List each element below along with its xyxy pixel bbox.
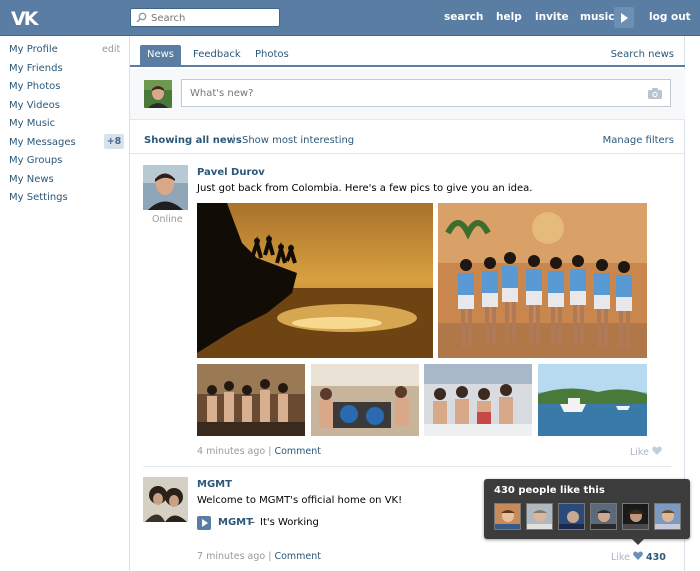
heart-icon <box>652 446 662 455</box>
liker-avatar[interactable] <box>654 503 681 530</box>
liker-avatar[interactable] <box>494 503 521 530</box>
liker-avatar[interactable] <box>622 503 649 530</box>
post-time[interactable]: 7 minutes ago <box>197 551 265 562</box>
svg-text:VK: VK <box>11 8 40 29</box>
heart-icon <box>633 551 643 560</box>
post-photo[interactable] <box>424 364 532 436</box>
filter-separator: | <box>232 134 236 145</box>
sidebar-item-friends[interactable]: My Friends <box>9 63 63 74</box>
post-meta: 7 minutes ago | Comment <box>197 551 321 562</box>
sidebar-item-videos[interactable]: My Videos <box>9 100 60 111</box>
post-author-avatar[interactable] <box>143 165 188 210</box>
post-time[interactable]: 4 minutes ago <box>197 446 265 457</box>
nav-help[interactable]: help <box>496 11 522 23</box>
sidebar-item-music[interactable]: My Music <box>9 118 55 129</box>
manage-filters-link[interactable]: Manage filters <box>603 135 674 146</box>
nav-search[interactable]: search <box>444 11 483 23</box>
post-meta: 4 minutes ago | Comment <box>197 446 321 457</box>
messages-count-badge[interactable]: +8 <box>104 134 124 149</box>
post-author-name[interactable]: Pavel Durov <box>197 167 265 178</box>
user-avatar[interactable] <box>144 80 172 108</box>
post-photo[interactable] <box>197 364 305 436</box>
sidebar-item-profile[interactable]: My Profile <box>9 44 58 55</box>
search-icon <box>136 12 147 23</box>
vk-logo[interactable]: VK <box>10 7 46 30</box>
meta-separator: | <box>268 446 272 457</box>
tooltip-arrow <box>632 539 644 545</box>
post-text: Welcome to MGMT's official home on VK! <box>197 495 403 506</box>
post-author-avatar[interactable] <box>143 477 188 522</box>
liker-avatar[interactable] <box>526 503 553 530</box>
meta-separator: | <box>268 551 272 562</box>
online-status: Online <box>152 214 183 225</box>
left-sidebar <box>0 36 129 571</box>
tab-photos[interactable]: Photos <box>248 45 296 67</box>
audio-dash: – <box>250 517 255 528</box>
tab-feedback[interactable]: Feedback <box>186 45 248 67</box>
post-photo[interactable] <box>197 203 433 358</box>
show-most-interesting-link[interactable]: Show most interesting <box>242 135 354 146</box>
post-photo[interactable] <box>311 364 419 436</box>
news-filters: Showing all news | Show most interesting… <box>130 120 685 154</box>
comment-link[interactable]: Comment <box>274 551 321 562</box>
like-button[interactable]: Like 430 <box>611 551 666 563</box>
camera-icon[interactable] <box>648 88 662 99</box>
sidebar-item-groups[interactable]: My Groups <box>9 155 62 166</box>
like-label: Like <box>611 552 630 563</box>
nav-music[interactable]: music <box>580 11 615 23</box>
post-author-name[interactable]: MGMT <box>197 479 232 490</box>
showing-all-news[interactable]: Showing all news <box>144 135 242 146</box>
audio-play-button[interactable] <box>197 516 211 530</box>
compose-area <box>130 69 685 120</box>
tab-news[interactable]: News <box>140 45 182 67</box>
search-input[interactable] <box>151 11 276 25</box>
liker-avatar[interactable] <box>558 503 585 530</box>
post-text: Just got back from Colombia. Here's a fe… <box>197 183 533 194</box>
music-play-button[interactable] <box>614 7 634 28</box>
play-icon <box>621 13 628 23</box>
post-photo[interactable] <box>538 364 647 436</box>
post-divider <box>143 466 671 467</box>
whats-new-input[interactable] <box>190 86 630 100</box>
play-icon <box>202 519 208 527</box>
comment-link[interactable]: Comment <box>274 446 321 457</box>
audio-artist[interactable]: MGMT <box>218 517 253 528</box>
liker-avatar[interactable] <box>590 503 617 530</box>
post-photo[interactable] <box>438 203 647 358</box>
sidebar-item-photos[interactable]: My Photos <box>9 81 60 92</box>
like-count[interactable]: 430 <box>646 552 666 563</box>
status-box[interactable] <box>181 79 671 107</box>
edit-link[interactable]: edit <box>102 44 120 55</box>
nav-invite[interactable]: invite <box>535 11 569 23</box>
sidebar-item-messages[interactable]: My Messages <box>9 137 76 148</box>
top-header: VK search help invite music log out <box>0 0 700 36</box>
sidebar-item-settings[interactable]: My Settings <box>9 192 68 203</box>
search-news-link[interactable]: Search news <box>611 49 674 60</box>
like-label: Like <box>630 447 649 458</box>
like-button[interactable]: Like <box>630 446 662 458</box>
likes-tooltip-title[interactable]: 430 people like this <box>494 485 605 496</box>
sidebar-item-news[interactable]: My News <box>9 174 54 185</box>
search-box[interactable] <box>130 8 280 27</box>
audio-title: It's Working <box>260 517 319 528</box>
nav-logout[interactable]: log out <box>649 11 691 23</box>
likes-tooltip: 430 people like this <box>484 479 690 545</box>
tab-bar: News Feedback Photos Search news <box>130 36 685 67</box>
